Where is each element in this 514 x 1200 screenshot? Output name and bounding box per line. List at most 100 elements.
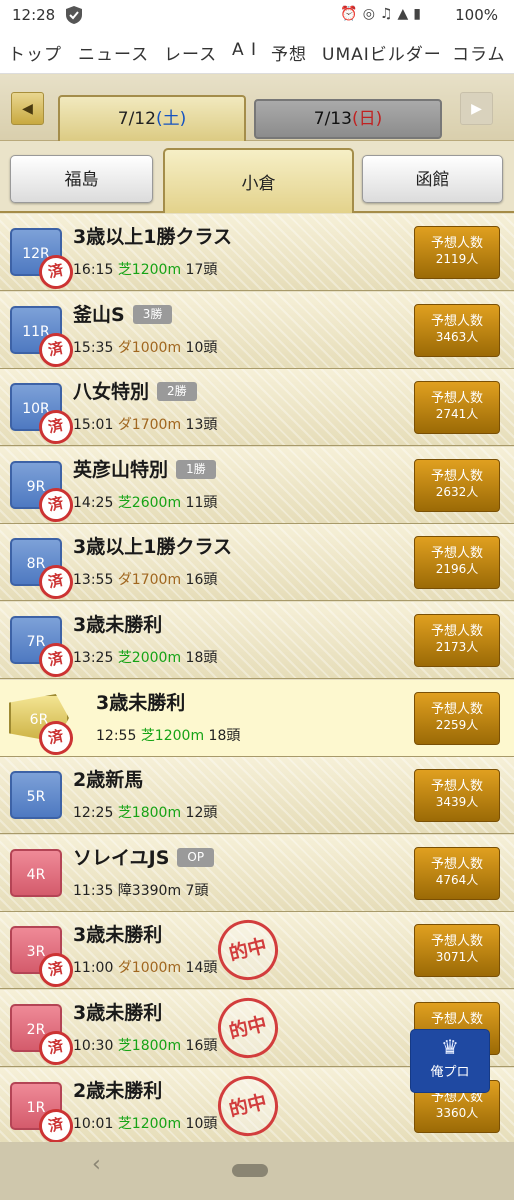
race-title: 3歳未勝利 (73, 614, 163, 636)
race-surface: 芝1800m (117, 805, 182, 821)
race-row[interactable]: 10R 済八女特別 2勝 15:01 ダ1700m 13頭 予想人数 2741人 (0, 369, 514, 448)
yoso-label: 予想人数 (430, 934, 483, 949)
yoso-count-button[interactable]: 予想人数 2196人 (414, 536, 500, 589)
yoso-label: 予想人数 (430, 779, 483, 794)
home-pill[interactable] (232, 1164, 268, 1177)
status-bar: 12:28 ⏰◎♫▲▮ 100% (0, 0, 514, 30)
race-info: 15:35 ダ1000m 10頭 (73, 337, 217, 357)
nav-item-race[interactable]: レース (164, 40, 217, 65)
venue-tabs: 福島 小倉 函館 (0, 141, 514, 213)
yoso-label: 予想人数 (430, 391, 483, 406)
date-label: 7/13 (313, 109, 352, 129)
yoso-count-button[interactable]: 予想人数 2119人 (414, 226, 500, 279)
race-row[interactable]: 8R 済 3歳以上1勝クラス 13:55 ダ1700m 16頭 予想人数 2196人 (0, 524, 514, 603)
race-time: 14:25 (73, 495, 114, 511)
race-name: 3歳未勝利 (73, 610, 162, 637)
nav-item-umai-builder[interactable]: UMAIビルダー (322, 40, 442, 65)
race-name: 2歳新馬 (73, 765, 143, 792)
hit-stamp: 的中 (211, 1069, 285, 1143)
nav-item-yoso[interactable]: 予想 (271, 40, 307, 65)
venue-tab-fukushima[interactable]: 福島 (10, 155, 153, 203)
status-time: 12:28 (12, 6, 56, 24)
battery-level: 100% (455, 6, 498, 24)
yoso-count-button[interactable]: 予想人数 3463人 (414, 304, 500, 357)
race-title: 八女特別 (73, 381, 150, 403)
yoso-count: 3439人 (435, 795, 479, 810)
venue-tab-kokura[interactable]: 小倉 (163, 148, 354, 213)
race-surface: ダ1000m (117, 340, 182, 356)
orepro-label: 俺プロ (430, 1065, 470, 1080)
race-surface: 芝1200m (140, 728, 205, 744)
race-heads: 7頭 (185, 883, 209, 899)
race-name: 3歳未勝利 (73, 998, 162, 1025)
race-surface: 芝1200m (117, 1116, 182, 1132)
race-surface: ダ1700m (117, 572, 182, 588)
race-title: ソレイユJS (73, 847, 170, 869)
race-title: 釜山S (73, 304, 125, 326)
race-heads: 16頭 (185, 572, 218, 588)
top-nav: トップ ニュース レース A I 予想 UMAIビルダー コラム (0, 30, 514, 74)
yoso-label: 予想人数 (430, 236, 483, 251)
race-row[interactable]: 12R 済 3歳以上1勝クラス 16:15 芝1200m 17頭 予想人数 2119人 (0, 214, 514, 293)
date-label: 7/12 (117, 109, 156, 129)
nav-item-top[interactable]: トップ (8, 40, 62, 65)
nav-item-ai[interactable]: A I (232, 40, 257, 60)
yoso-label: 予想人数 (430, 314, 483, 329)
race-name: 3歳未勝利 (73, 920, 162, 947)
yoso-count-button[interactable]: 予想人数 3071人 (414, 924, 500, 977)
race-info: 10:01 芝1200m 10頭 (73, 1113, 217, 1133)
race-info: 13:55 ダ1700m 16頭 (73, 569, 217, 589)
prev-date-button[interactable]: ◀ (11, 92, 44, 125)
nav-item-news[interactable]: ニュース (78, 40, 149, 65)
race-time: 10:01 (73, 1116, 114, 1132)
race-row[interactable]: 11R 済釜山S 3勝 15:35 ダ1000m 10頭 予想人数 3463人 (0, 292, 514, 371)
race-row[interactable]: 4R ソレイユJS OP 11:35 障3390m 7頭 予想人数 4764人 (0, 835, 514, 912)
race-name: 釜山S 3勝 (73, 300, 173, 327)
race-grade-badge: 1勝 (176, 460, 216, 479)
hit-stamp: 的中 (211, 991, 285, 1065)
race-surface: 芝2600m (117, 495, 182, 511)
date-tab-inactive[interactable]: 7/13(日) (254, 99, 442, 139)
race-row[interactable]: 6R 済 3歳未勝利 12:55 芝1200m 18頭 予想人数 2259人 (0, 680, 514, 759)
race-heads: 18頭 (185, 650, 218, 666)
yoso-count-button[interactable]: 予想人数 3439人 (414, 769, 500, 822)
race-info: 11:00 ダ1000m 14頭 (73, 957, 217, 977)
race-name: 英彦山特別 1勝 (73, 455, 216, 482)
race-time: 13:25 (73, 650, 114, 666)
yoso-count: 2119人 (435, 252, 479, 267)
race-name: 2歳未勝利 (73, 1076, 162, 1103)
race-list: 12R 済 3歳以上1勝クラス 16:15 芝1200m 17頭 予想人数 2119人 11… (0, 214, 514, 1147)
race-row[interactable]: 5R 2歳新馬 12:25 芝1800m 12頭 予想人数 3439人 (0, 757, 514, 834)
day-of-week: (日) (351, 109, 383, 129)
race-time: 16:15 (73, 262, 114, 278)
yoso-count-button[interactable]: 予想人数 2632人 (414, 459, 500, 512)
race-title: 2歳未勝利 (73, 1080, 163, 1102)
race-surface: ダ1000m (117, 960, 182, 976)
yoso-count-button[interactable]: 予想人数 2259人 (414, 692, 500, 745)
day-of-week: (土) (155, 109, 187, 129)
yoso-label: 予想人数 (430, 469, 483, 484)
race-heads: 18頭 (208, 728, 241, 744)
race-row[interactable]: 3R 済 3歳未勝利 11:00 ダ1000m 14頭 的中 予想人数 3071人 (0, 912, 514, 991)
back-icon[interactable]: ‹ (92, 1152, 101, 1177)
date-tab-active[interactable]: 7/12(土) (58, 95, 246, 141)
race-title: 3歳以上1勝クラス (73, 536, 233, 558)
race-row[interactable]: 7R 済 3歳未勝利 13:25 芝2000m 18頭 予想人数 2173人 (0, 602, 514, 681)
yoso-label: 予想人数 (430, 546, 483, 561)
next-date-button[interactable]: ▶ (460, 92, 493, 125)
race-surface: 障3390m (117, 883, 182, 899)
race-row[interactable]: 9R 済英彦山特別 1勝 14:25 芝2600m 11頭 予想人数 2632人 (0, 447, 514, 526)
yoso-count-button[interactable]: 予想人数 2741人 (414, 381, 500, 434)
venue-tab-hakodate[interactable]: 函館 (362, 155, 503, 203)
race-heads: 13頭 (185, 417, 218, 433)
yoso-count: 2196人 (435, 562, 479, 577)
race-heads: 10頭 (185, 340, 218, 356)
nav-item-column[interactable]: コラム (452, 40, 506, 65)
orepro-button[interactable]: ♛ 俺プロ (410, 1029, 490, 1093)
yoso-count-button[interactable]: 予想人数 4764人 (414, 847, 500, 900)
hit-stamp: 的中 (211, 913, 285, 987)
yoso-count-button[interactable]: 予想人数 2173人 (414, 614, 500, 667)
race-surface: ダ1700m (117, 417, 182, 433)
race-info: 12:55 芝1200m 18頭 (96, 725, 240, 745)
race-title: 3歳未勝利 (73, 924, 163, 946)
